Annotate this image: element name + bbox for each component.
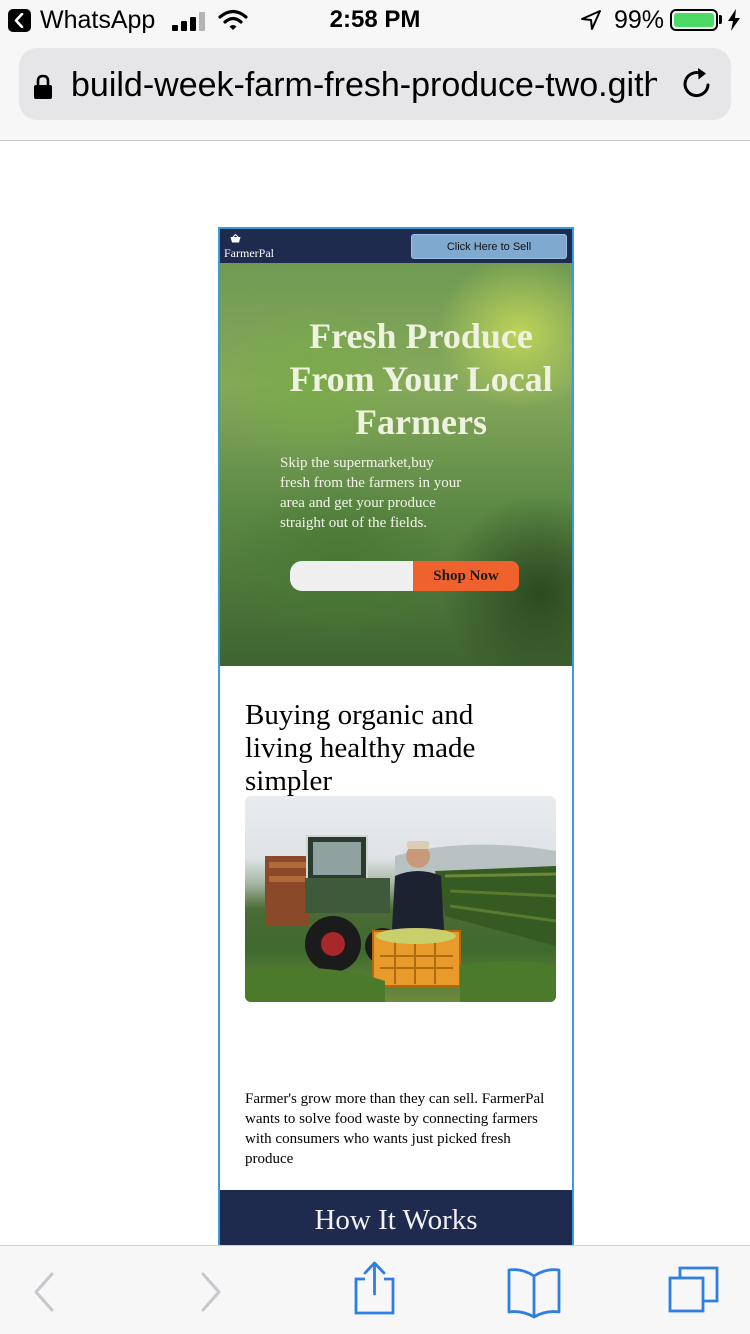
site-header: FarmerPal Click Here to Sell: [220, 229, 572, 263]
how-it-works-title: How It Works: [314, 1204, 478, 1236]
web-page-viewport: FarmerPal Click Here to Sell Fresh Produ…: [218, 227, 574, 1257]
sell-button[interactable]: Click Here to Sell: [411, 234, 567, 259]
signup-input[interactable]: [290, 561, 414, 591]
share-icon[interactable]: [330, 1246, 420, 1334]
battery-icon: [670, 9, 718, 31]
status-bar: WhatsApp 2:58 PM 99%: [0, 0, 750, 40]
browser-toolbar: [0, 1245, 750, 1334]
battery-nub: [719, 15, 722, 24]
hero-subtitle: Skip the supermarket,buy fresh from the …: [280, 455, 462, 531]
location-arrow-icon: [581, 10, 601, 30]
tabs-icon[interactable]: [655, 1246, 745, 1334]
site-logo[interactable]: FarmerPal: [224, 246, 274, 261]
hero-title: Fresh Produce From Your Local Farmers: [289, 316, 553, 442]
address-bar[interactable]: build-week-farm-fresh-produce-two.github…: [19, 48, 731, 120]
forward-chevron-icon[interactable]: [165, 1246, 255, 1334]
about-heading: Buying organic and living healthy made s…: [245, 699, 476, 797]
battery-percentage: 99%: [614, 6, 665, 34]
hero-section: Fresh Produce From Your Local Farmers Sk…: [220, 263, 572, 666]
about-text: Farmer's grow more than they can sell. F…: [245, 1091, 545, 1167]
basket-icon: [230, 234, 241, 243]
reload-icon[interactable]: [679, 66, 715, 102]
url-text[interactable]: build-week-farm-fresh-produce-two.github…: [71, 66, 657, 105]
browser-address-area: build-week-farm-fresh-produce-two.github…: [0, 40, 750, 141]
farmer-tractor-photo: [245, 796, 556, 1002]
back-chevron-icon[interactable]: [0, 1246, 90, 1334]
bookmarks-icon[interactable]: [490, 1246, 580, 1334]
lock-icon: [34, 74, 52, 99]
charging-bolt-icon: [728, 9, 740, 31]
shop-now-button[interactable]: Shop Now: [413, 561, 519, 591]
